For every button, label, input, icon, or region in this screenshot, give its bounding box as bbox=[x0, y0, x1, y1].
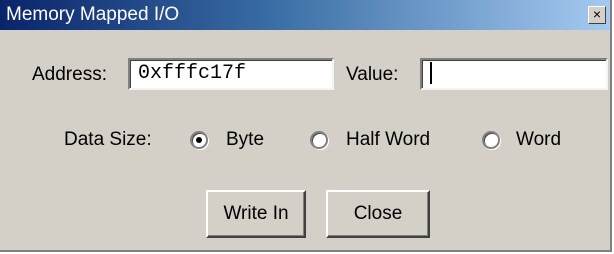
address-label: Address: bbox=[32, 64, 107, 85]
address-value: 0xfffc17f bbox=[138, 62, 247, 85]
write-in-button[interactable]: Write In bbox=[206, 190, 306, 238]
window-title: Memory Mapped I/O bbox=[6, 4, 180, 25]
option-word-label[interactable]: Word bbox=[516, 129, 561, 151]
value-input[interactable] bbox=[420, 58, 608, 90]
window-close-button[interactable]: × bbox=[588, 6, 606, 24]
address-input[interactable]: 0xfffc17f bbox=[128, 58, 334, 90]
radio-word[interactable] bbox=[482, 131, 500, 149]
title-bar: Memory Mapped I/O × bbox=[0, 0, 610, 30]
close-icon: × bbox=[592, 6, 602, 22]
radio-selected-dot bbox=[196, 137, 202, 143]
text-caret bbox=[430, 61, 432, 84]
close-button[interactable]: Close bbox=[326, 190, 430, 238]
value-label: Value: bbox=[346, 64, 399, 85]
memory-mapped-io-dialog: Memory Mapped I/O × Address: 0xfffc17f V… bbox=[0, 0, 612, 252]
option-byte-label[interactable]: Byte bbox=[226, 129, 264, 151]
option-half-word-label[interactable]: Half Word bbox=[346, 129, 430, 151]
data-size-label: Data Size: bbox=[64, 129, 152, 150]
radio-byte[interactable] bbox=[190, 131, 208, 149]
radio-half-word[interactable] bbox=[310, 131, 328, 149]
